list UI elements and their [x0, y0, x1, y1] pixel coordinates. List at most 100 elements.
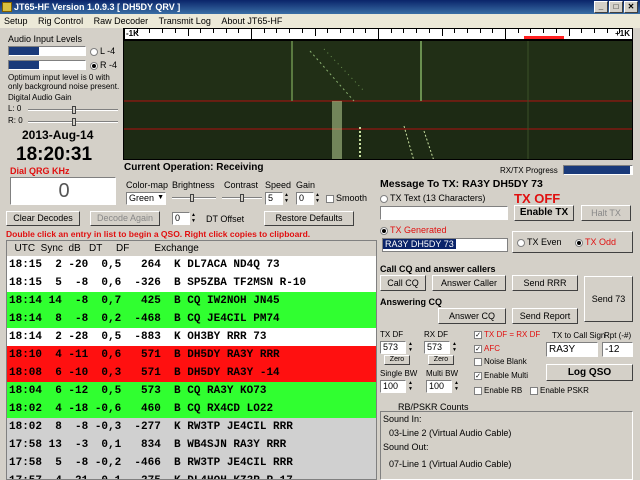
- tx-eq-rx-checkbox[interactable]: ✓ TX DF = RX DF: [474, 330, 540, 339]
- send-rrr-button[interactable]: Send RRR: [512, 275, 578, 291]
- ruler-tick: [238, 29, 240, 33]
- decode-row[interactable]: 18:15 5 -8 0,6 -326 B SP5ZBA TF2MSN R-10: [7, 274, 376, 292]
- colormap-select[interactable]: Green ▼: [126, 192, 166, 205]
- slider-knob[interactable]: [72, 118, 76, 126]
- decode-row[interactable]: 18:10 4 -11 0,6 571 B DH5DY RA3Y RRR: [7, 346, 376, 364]
- single-bw-input[interactable]: 100: [380, 380, 406, 393]
- gain-r-slider[interactable]: [28, 118, 118, 126]
- speed-spin-icon[interactable]: ▲ ▼: [284, 192, 290, 205]
- rx-df-zero-button[interactable]: Zero: [428, 355, 454, 365]
- chevron-down-icon: ▼: [157, 194, 164, 201]
- enable-tx-button[interactable]: Enable TX: [514, 205, 574, 221]
- tx-odd-radio[interactable]: TX Odd: [575, 237, 616, 247]
- radio-icon: [380, 226, 388, 235]
- dt-offset-input[interactable]: 0: [172, 212, 190, 225]
- right-channel-radio[interactable]: R -4: [90, 60, 117, 70]
- ruler-tick: [466, 29, 468, 33]
- answer-caller-button[interactable]: Answer Caller: [432, 275, 506, 291]
- halt-tx-button[interactable]: Halt TX: [581, 205, 631, 221]
- waterfall-display[interactable]: [123, 40, 633, 160]
- brightness-slider[interactable]: [172, 194, 216, 202]
- slider-knob[interactable]: [190, 194, 194, 202]
- gain-input[interactable]: 0: [296, 192, 314, 205]
- noise-blank-checkbox[interactable]: Noise Blank: [474, 357, 527, 366]
- maximize-icon[interactable]: □: [609, 1, 623, 13]
- tx-to-call-input[interactable]: RA3Y: [546, 342, 598, 357]
- afc-checkbox[interactable]: ✓ AFC: [474, 344, 500, 353]
- ruler-tick: [251, 29, 252, 39]
- ruler-tick: [327, 29, 329, 33]
- tx-generated-radio[interactable]: TX Generated: [380, 225, 447, 235]
- enable-multi-checkbox[interactable]: ✓ Enable Multi: [474, 371, 528, 380]
- slider-knob[interactable]: [72, 106, 76, 114]
- window-title: JT65-HF Version 1.0.9.3 [ DH5DY QRV ]: [14, 2, 181, 12]
- rpt-input[interactable]: -12: [602, 342, 633, 357]
- decode-row[interactable]: 18:15 2 -20 0,5 264 K DL7ACA ND4Q 73: [7, 256, 376, 274]
- ruler-tick: [212, 29, 214, 33]
- menu-raw-decoder[interactable]: Raw Decoder: [94, 16, 149, 26]
- decode-row[interactable]: 18:02 4 -18 -0,6 460 B CQ RX4CD LO22: [7, 400, 376, 418]
- dt-spin-icon[interactable]: ▲ ▼: [191, 212, 197, 225]
- enable-rb-checkbox[interactable]: Enable RB: [474, 386, 522, 395]
- answer-cq-button[interactable]: Answer CQ: [438, 308, 506, 324]
- ruler-tick: [314, 29, 316, 36]
- restore-defaults-button[interactable]: Restore Defaults: [264, 211, 354, 226]
- decode-row[interactable]: 18:02 8 -8 -0,3 -277 K RW3TP JE4CIL RRR: [7, 418, 376, 436]
- tx-generated-field[interactable]: RA3Y DH5DY 73: [382, 238, 508, 252]
- tx-even-radio[interactable]: TX Even: [517, 237, 562, 247]
- gain-spin-icon[interactable]: ▲ ▼: [315, 192, 321, 205]
- menu-rig-control[interactable]: Rig Control: [38, 16, 83, 26]
- decode-row[interactable]: 18:14 2 -28 0,5 -883 K OH3BY RRR 73: [7, 328, 376, 346]
- decode-row[interactable]: 17:58 5 -8 -0,2 -466 B RW3TP JE4CIL RRR: [7, 454, 376, 472]
- minimize-icon[interactable]: _: [594, 1, 608, 13]
- close-icon[interactable]: ✕: [624, 1, 638, 13]
- single-bw-spin-icon[interactable]: ▲ ▼: [408, 380, 414, 393]
- radio-icon: [380, 194, 388, 203]
- rx-df-spin-icon[interactable]: ▲ ▼: [452, 341, 458, 354]
- decode-row[interactable]: 18:08 6 -10 0,3 571 B DH5DY RA3Y -14: [7, 364, 376, 382]
- send-73-button[interactable]: Send 73: [584, 276, 633, 322]
- tx-text-radio[interactable]: TX Text (13 Characters): [380, 193, 485, 203]
- tx-df-zero-button[interactable]: Zero: [384, 355, 410, 365]
- left-channel-radio[interactable]: L -4: [90, 46, 115, 56]
- contrast-slider[interactable]: [222, 194, 262, 202]
- tx-text-input[interactable]: [380, 206, 508, 220]
- send-report-button[interactable]: Send Report: [512, 308, 578, 324]
- smooth-checkbox[interactable]: Smooth: [326, 193, 367, 203]
- enable-multi-label: Enable Multi: [484, 371, 529, 380]
- decode-row[interactable]: 18:14 14 -8 0,7 425 B CQ IW2NOH JN45: [7, 292, 376, 310]
- menu-about[interactable]: About JT65-HF: [221, 16, 282, 26]
- speed-input[interactable]: 5: [265, 192, 283, 205]
- decode-again-button[interactable]: Decode Again: [90, 211, 160, 226]
- clear-decodes-button[interactable]: Clear Decodes: [6, 211, 80, 226]
- call-cq-button[interactable]: Call CQ: [380, 275, 426, 291]
- tx-df-spin-icon[interactable]: ▲ ▼: [408, 341, 414, 354]
- checkbox-icon: ✓: [474, 330, 482, 339]
- multi-bw-input[interactable]: 100: [426, 380, 452, 393]
- decode-row[interactable]: 17:57 4 -21 0,1 -275 K DL4HOH KZ2R R-17: [7, 472, 376, 479]
- tx-df-input[interactable]: 573: [380, 341, 406, 354]
- ruler-tick: [416, 29, 418, 33]
- enable-pskr-label: Enable PSKR: [540, 386, 589, 395]
- log-qso-button[interactable]: Log QSO: [546, 364, 633, 381]
- ruler-tick: [174, 29, 176, 33]
- qrg-value[interactable]: 0: [10, 177, 116, 205]
- decode-row[interactable]: 18:04 6 -12 0,5 573 B CQ RA3Y KO73: [7, 382, 376, 400]
- enable-pskr-checkbox[interactable]: Enable PSKR: [530, 386, 589, 395]
- ruler-tick: [517, 29, 519, 33]
- decode-row[interactable]: 18:14 8 -8 0,2 -468 B CQ JE4CIL PM74: [7, 310, 376, 328]
- ruler-tick: [543, 29, 545, 33]
- slider-knob[interactable]: [240, 194, 244, 202]
- decode-row[interactable]: 17:58 13 -3 0,1 834 B WB4SJN RA3Y RRR: [7, 436, 376, 454]
- frequency-ruler[interactable]: -1K +1K: [123, 28, 633, 40]
- menu-transmit-log[interactable]: Transmit Log: [159, 16, 211, 26]
- gain-l-slider[interactable]: [28, 106, 118, 114]
- menu-setup[interactable]: Setup: [4, 16, 28, 26]
- speed-label: Speed: [265, 180, 292, 190]
- decode-list[interactable]: UTC Sync dB DT DF Exchange 18:15 2 -20 0…: [6, 240, 377, 480]
- title-bar: JT65-HF Version 1.0.9.3 [ DH5DY QRV ] _ …: [0, 0, 640, 14]
- rx-df-input[interactable]: 573: [424, 341, 450, 354]
- multi-bw-spin-icon[interactable]: ▲ ▼: [454, 380, 460, 393]
- ruler-tick: [124, 29, 125, 39]
- radio-icon: [90, 61, 98, 70]
